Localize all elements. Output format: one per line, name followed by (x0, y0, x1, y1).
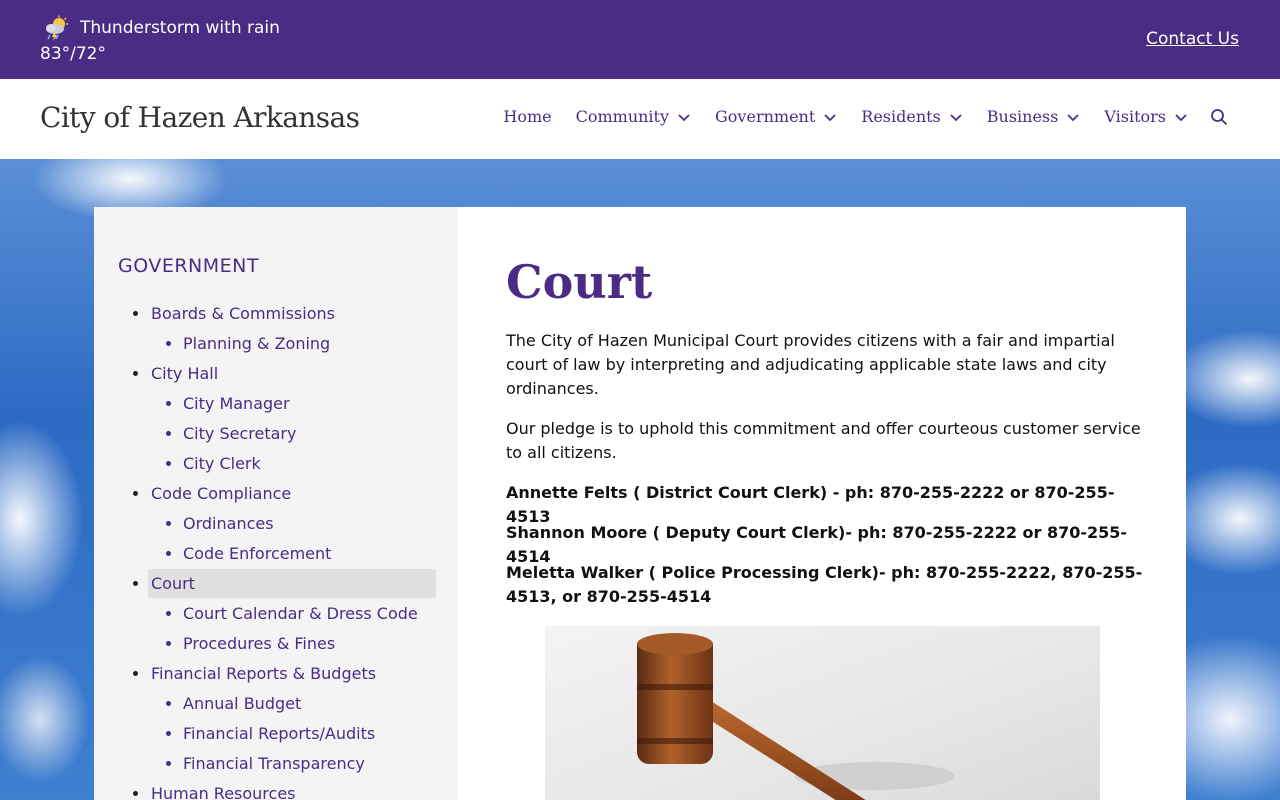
sidebar-item-annual-budget[interactable]: Annual Budget (94, 688, 458, 718)
sidebar-item-court[interactable]: Court (94, 568, 458, 598)
sidebar-item-city-manager[interactable]: City Manager (94, 388, 458, 418)
bullet (166, 731, 171, 736)
contact-us-link[interactable]: Contact Us (1146, 29, 1239, 49)
site-header: City of Hazen Arkansas Home Community Go… (0, 79, 1280, 159)
contact-meletta-walker: Meletta Walker ( Police Processing Clerk… (506, 563, 1143, 606)
sidebar-item-label: Procedures & Fines (183, 633, 336, 653)
thunderstorm-rain-icon (46, 15, 68, 41)
bullet (166, 401, 171, 406)
bullet (166, 761, 171, 766)
main-nav: Home Community Government Residents Busi… (503, 107, 1228, 126)
sidebar: GOVERNMENT Boards & Commissions Planning… (94, 207, 458, 800)
sidebar-item-label: Human Resources (151, 783, 296, 800)
chevron-down-icon (1175, 113, 1187, 121)
sidebar-item-label: Financial Reports/Audits (183, 723, 376, 743)
sidebar-item-label: City Hall (151, 363, 219, 383)
bullet (166, 341, 171, 346)
nav-business[interactable]: Business (987, 107, 1081, 126)
nav-home[interactable]: Home (503, 107, 551, 126)
sidebar-item-label: Code Compliance (151, 483, 292, 503)
sidebar-item-label: City Clerk (183, 453, 261, 473)
bullet (166, 461, 171, 466)
bullet (133, 581, 138, 586)
nav-label: Community (575, 107, 670, 126)
weather-temperature: 83°/72° (40, 44, 106, 64)
bullet (166, 701, 171, 706)
sidebar-item-financial-transparency[interactable]: Financial Transparency (94, 748, 458, 778)
pledge-paragraph: Our pledge is to uphold this commitment … (506, 419, 1141, 462)
nav-label: Visitors (1104, 107, 1166, 126)
chevron-down-icon (950, 113, 962, 121)
sidebar-item-city-clerk[interactable]: City Clerk (94, 448, 458, 478)
bullet (133, 311, 138, 316)
sidebar-item-code-compliance[interactable]: Code Compliance (94, 478, 458, 508)
sidebar-item-label: Annual Budget (183, 693, 302, 713)
bullet (166, 641, 171, 646)
nav-label: Government (715, 107, 816, 126)
sidebar-item-label: Court (151, 573, 195, 593)
gavel-illustration (637, 633, 955, 800)
sidebar-item-planning-zoning[interactable]: Planning & Zoning (94, 328, 458, 358)
weather-widget: Thunderstorm with rain 83°/72° (40, 14, 280, 64)
nav-label: Business (986, 107, 1059, 126)
nav-government[interactable]: Government (715, 107, 837, 126)
chevron-down-icon (824, 113, 836, 121)
bullet (133, 371, 138, 376)
weather-condition: Thunderstorm with rain (80, 18, 280, 38)
bullet (133, 791, 138, 796)
sidebar-item-boards-commissions[interactable]: Boards & Commissions (94, 298, 458, 328)
sidebar-item-label: Code Enforcement (183, 543, 332, 563)
intro-paragraph: The City of Hazen Municipal Court provid… (506, 331, 1115, 398)
sidebar-item-label: Financial Transparency (183, 753, 365, 773)
sidebar-item-financial-reports-budgets[interactable]: Financial Reports & Budgets (94, 658, 458, 688)
sidebar-item-label: City Manager (183, 393, 290, 413)
sidebar-item-code-enforcement[interactable]: Code Enforcement (94, 538, 458, 568)
bullet (166, 551, 171, 556)
page-title: Court (506, 255, 653, 309)
sidebar-item-human-resources[interactable]: Human Resources (94, 778, 458, 800)
sidebar-item-ordinances[interactable]: Ordinances (94, 508, 458, 538)
sidebar-item-financial-reports-audits[interactable]: Financial Reports/Audits (94, 718, 458, 748)
main-content: Court The City of Hazen Municipal Court … (458, 207, 1186, 800)
sidebar-item-label: Boards & Commissions (151, 303, 335, 323)
nav-label: Residents (861, 107, 941, 126)
search-icon[interactable] (1210, 108, 1228, 126)
sidebar-item-procedures-fines[interactable]: Procedures & Fines (94, 628, 458, 658)
sidebar-item-label: Financial Reports & Budgets (151, 663, 377, 683)
site-title[interactable]: City of Hazen Arkansas (40, 101, 360, 134)
sidebar-heading: GOVERNMENT (118, 255, 259, 277)
nav-residents[interactable]: Residents (861, 107, 963, 126)
sidebar-item-city-secretary[interactable]: City Secretary (94, 418, 458, 448)
nav-visitors[interactable]: Visitors (1104, 107, 1188, 126)
sidebar-item-court-calendar[interactable]: Court Calendar & Dress Code (94, 598, 458, 628)
gavel-image (545, 626, 1100, 800)
nav-label: Home (503, 107, 552, 126)
sidebar-item-label: Planning & Zoning (183, 333, 331, 353)
top-bar: Thunderstorm with rain 83°/72° Contact U… (0, 0, 1280, 79)
chevron-down-icon (1067, 113, 1079, 121)
bullet (166, 611, 171, 616)
sidebar-list: Boards & Commissions Planning & Zoning C… (94, 298, 458, 800)
nav-community[interactable]: Community (576, 107, 691, 126)
sidebar-item-label: Ordinances (183, 513, 274, 533)
chevron-down-icon (678, 113, 690, 121)
bullet (133, 491, 138, 496)
bullet (166, 521, 171, 526)
bullet (166, 431, 171, 436)
sidebar-item-city-hall[interactable]: City Hall (94, 358, 458, 388)
sidebar-item-label: City Secretary (183, 423, 297, 443)
bullet (133, 671, 138, 676)
sidebar-item-label: Court Calendar & Dress Code (183, 603, 418, 623)
